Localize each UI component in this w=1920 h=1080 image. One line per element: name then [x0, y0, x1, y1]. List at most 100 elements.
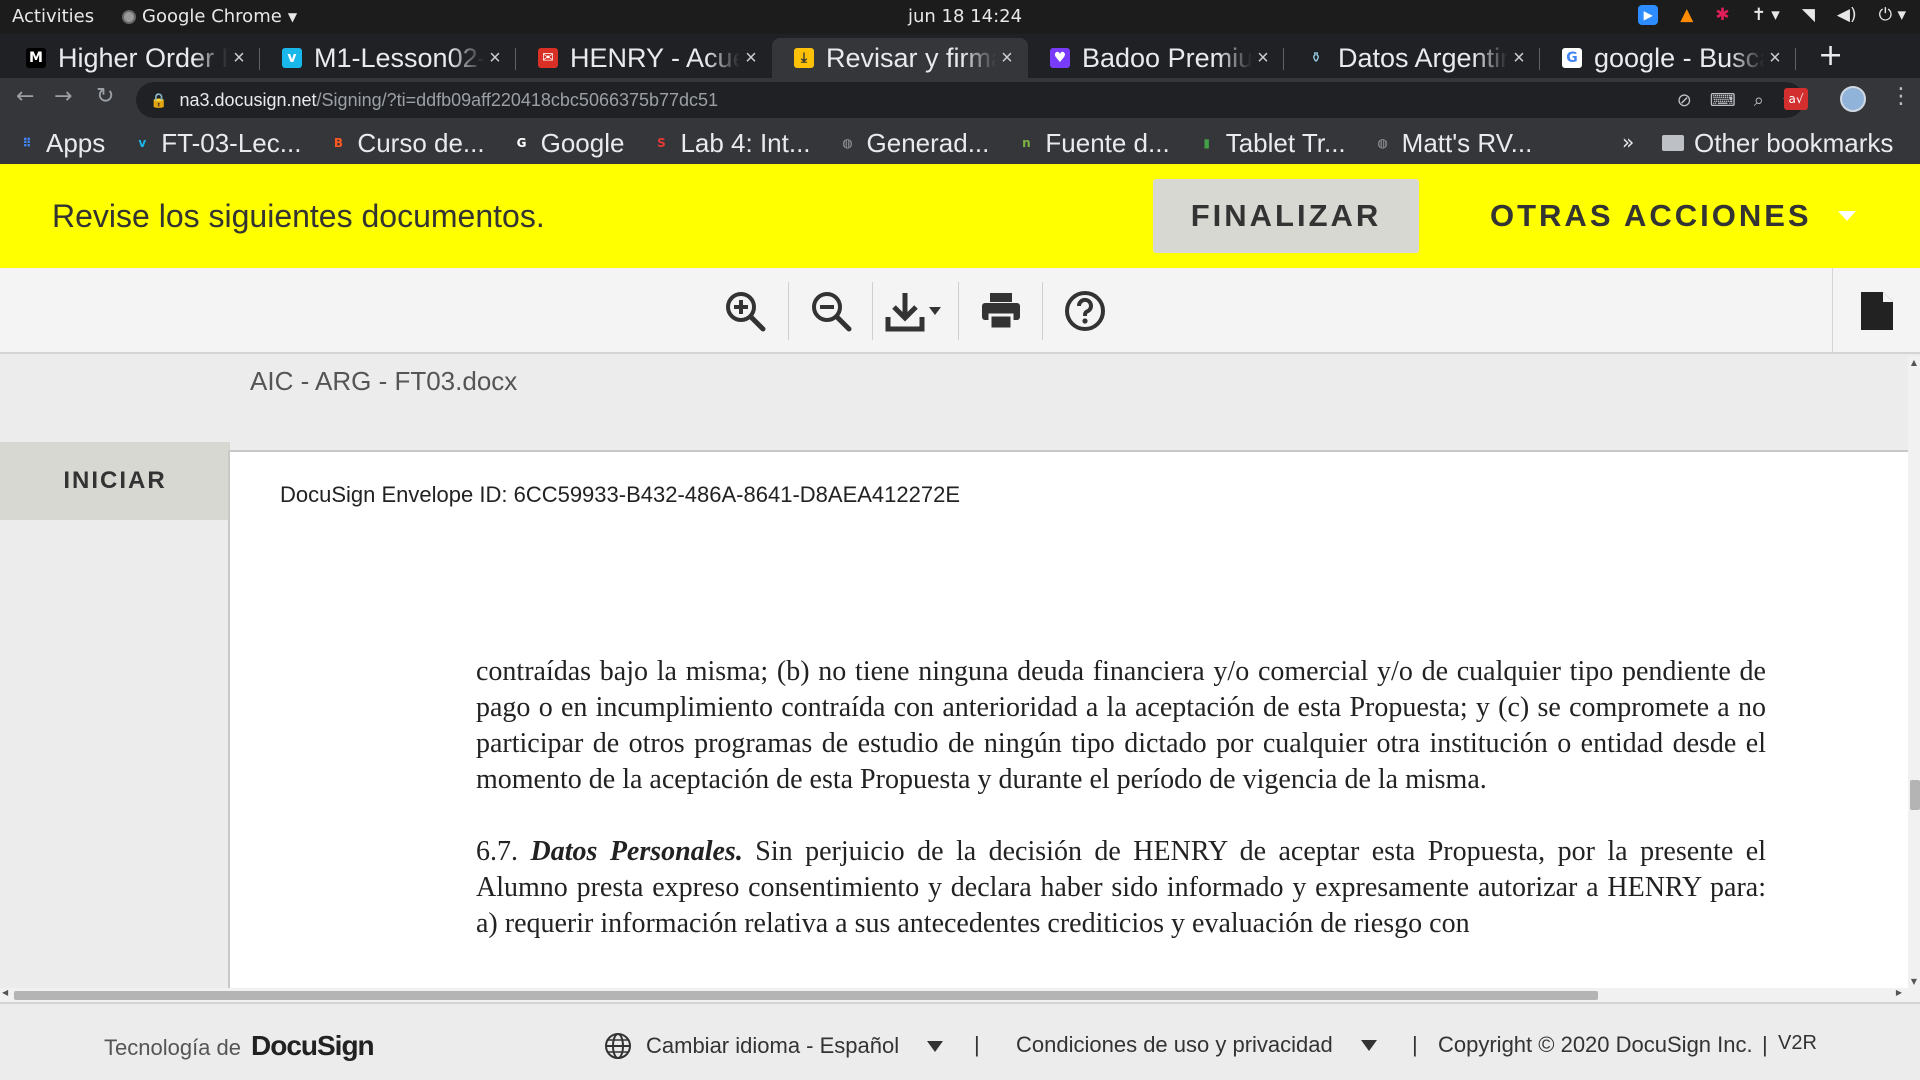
- system-tray[interactable]: ▶ ▲ ✱ ✝ ▾ ◥ ◀) ⏻ ▾: [1638, 5, 1906, 25]
- toolbar-divider: [1042, 282, 1043, 340]
- scroll-down-arrow-icon[interactable]: ▼: [1908, 977, 1920, 986]
- start-button[interactable]: INICIAR: [0, 442, 230, 520]
- bookmark-item[interactable]: ◍ Generad...: [839, 127, 990, 159]
- close-icon[interactable]: ×: [740, 47, 762, 70]
- browser-tab[interactable]: ✉ HENRY - Acuer ×: [516, 38, 772, 78]
- terms-link[interactable]: Condiciones de uso y privacidad: [1016, 1032, 1377, 1058]
- reload-icon[interactable]: ↻: [96, 84, 114, 109]
- footer: Tecnología de DocuSign Cambiar idioma - …: [0, 1002, 1920, 1080]
- bookmarks-overflow-button[interactable]: »: [1622, 130, 1634, 154]
- tab-favicon-icon: v: [282, 48, 302, 68]
- bookmark-item[interactable]: B Curso de...: [329, 128, 485, 159]
- scroll-right-arrow-icon[interactable]: ▶: [1896, 988, 1902, 997]
- zoom-icon[interactable]: ⌕: [1754, 90, 1764, 111]
- bookmark-item[interactable]: ◍ Matt's RV...: [1374, 128, 1532, 159]
- zoom-out-button[interactable]: [806, 288, 856, 334]
- toolbar-divider: [958, 282, 959, 340]
- help-button[interactable]: [1060, 288, 1110, 334]
- power-icon[interactable]: ⏻ ▾: [1879, 5, 1906, 25]
- close-icon[interactable]: ×: [996, 47, 1018, 70]
- browser-tab[interactable]: v M1-Lesson02-J ×: [260, 38, 516, 78]
- bookmark-item[interactable]: n Fuente d...: [1017, 128, 1170, 159]
- browser-tab[interactable]: Ggoogle - Busca ×: [1540, 38, 1796, 78]
- browser-tab[interactable]: ⚱ Datos Argentir ×: [1284, 38, 1540, 78]
- bookmark-item[interactable]: v FT-03-Lec...: [133, 128, 301, 159]
- terms-label: Condiciones de uso y privacidad: [1016, 1032, 1333, 1057]
- address-bar[interactable]: 🔒 na3.docusign.net/Signing/?ti=ddfb09aff…: [136, 82, 1804, 118]
- document-panel-button[interactable]: [1832, 268, 1920, 354]
- vimeo-icon: v: [138, 136, 147, 150]
- other-bookmarks[interactable]: Other bookmarks: [1662, 122, 1893, 164]
- download-button[interactable]: [882, 288, 948, 334]
- accessibility-icon[interactable]: ✝ ▾: [1752, 5, 1780, 25]
- footer-separator: |: [1762, 1032, 1768, 1057]
- tab-favicon-icon: ⚱: [1310, 50, 1322, 66]
- profile-avatar[interactable]: [1840, 86, 1866, 112]
- close-icon[interactable]: ×: [228, 47, 250, 70]
- back-arrow-icon[interactable]: ←: [16, 84, 34, 109]
- globe-icon: ◍: [1377, 136, 1388, 150]
- bookmark-item[interactable]: G Google: [513, 128, 625, 159]
- blocked-icon[interactable]: ⊘: [1677, 90, 1692, 111]
- translate-icon[interactable]: ⌨: [1710, 90, 1736, 111]
- close-icon[interactable]: ×: [1252, 47, 1274, 70]
- vertical-scroll-thumb[interactable]: [1910, 780, 1920, 810]
- chevron-down-icon: ▼: [287, 9, 298, 24]
- lock-icon[interactable]: 🔒: [150, 92, 167, 109]
- bookmark-label: FT-03-Lec...: [161, 127, 302, 158]
- more-menu-icon[interactable]: ⋮: [1890, 84, 1912, 109]
- document-viewer[interactable]: AIC - ARG - FT03.docx INICIAR DocuSign E…: [0, 356, 1908, 988]
- blogger-icon: B: [333, 136, 343, 150]
- other-actions-button[interactable]: OTRAS ACCIONES: [1490, 179, 1856, 253]
- copyright: Copyright © 2020 DocuSign Inc.: [1438, 1032, 1753, 1057]
- vlc-icon[interactable]: ▲: [1680, 5, 1693, 25]
- bookmark-item[interactable]: ⠿ Apps: [18, 128, 105, 159]
- bookmark-item[interactable]: S Lab 4: Int...: [652, 128, 810, 159]
- scroll-left-arrow-icon[interactable]: ◀: [2, 988, 8, 997]
- browser-tab[interactable]: ♥ Badoo Premiur ×: [1028, 38, 1284, 78]
- document-icon: [1860, 292, 1893, 330]
- tab-title: Higher Order F: [58, 42, 228, 73]
- wifi-icon[interactable]: ◥: [1802, 5, 1815, 25]
- new-tab-button[interactable]: +: [1818, 38, 1843, 73]
- zoom-out-icon: [812, 292, 852, 332]
- finish-button[interactable]: FINALIZAR: [1153, 179, 1419, 253]
- activities-button[interactable]: Activities: [12, 6, 94, 27]
- app-menu[interactable]: Google Chrome ▼: [122, 6, 297, 27]
- tab-title: Revisar y firma: [826, 42, 996, 73]
- close-icon[interactable]: ×: [1764, 47, 1786, 70]
- bookmark-item[interactable]: ▮ Tablet Tr...: [1198, 127, 1346, 159]
- tab-favicon-icon: G: [1562, 48, 1582, 68]
- zoom-in-button[interactable]: [720, 288, 770, 334]
- browser-tab[interactable]: ⤓ Revisar y firma ×: [772, 38, 1028, 78]
- tab-title: M1-Lesson02-J: [314, 42, 484, 73]
- caret-down-icon: [927, 1040, 944, 1052]
- vertical-scrollbar[interactable]: ▲ ▼: [1908, 356, 1920, 988]
- language-selector[interactable]: Cambiar idioma - Español: [604, 1032, 944, 1060]
- browser-tab[interactable]: M Higher Order F ×: [4, 38, 260, 78]
- scroll-up-arrow-icon[interactable]: ▲: [1908, 358, 1920, 367]
- bookmark-label: Generad...: [866, 127, 990, 158]
- extension-icon[interactable]: a√: [1784, 88, 1808, 110]
- horizontal-scrollbar[interactable]: ◀ ▶: [0, 988, 1920, 1002]
- download-icon: [885, 293, 941, 332]
- tablet-icon: ▮: [1203, 136, 1210, 150]
- tab-favicon-icon: M: [26, 48, 46, 68]
- document-body: contraídas bajo la misma; (b) no tiene n…: [476, 654, 1766, 978]
- slack-icon[interactable]: ✱: [1715, 5, 1729, 25]
- apps-grid-icon: ⠿: [22, 136, 32, 150]
- print-button[interactable]: [976, 288, 1026, 334]
- paragraph: contraídas bajo la misma; (b) no tiene n…: [476, 656, 1766, 795]
- close-icon[interactable]: ×: [1508, 47, 1530, 70]
- url-path: /Signing/?ti=ddfb09aff220418cbc5066375b7…: [316, 89, 719, 110]
- horizontal-scroll-thumb[interactable]: [14, 991, 1598, 1000]
- forward-arrow-icon[interactable]: →: [54, 84, 72, 109]
- tab-title: HENRY - Acuer: [570, 42, 740, 73]
- zoom-icon[interactable]: ▶: [1638, 5, 1659, 25]
- bookmark-label: Tablet Tr...: [1225, 127, 1346, 158]
- system-top-bar: Activities Google Chrome ▼ jun 18 14:24 …: [0, 0, 1920, 34]
- volume-icon[interactable]: ◀): [1837, 5, 1857, 25]
- other-bookmarks-label: Other bookmarks: [1694, 127, 1894, 158]
- clock[interactable]: jun 18 14:24: [908, 6, 1022, 27]
- close-icon[interactable]: ×: [484, 47, 506, 70]
